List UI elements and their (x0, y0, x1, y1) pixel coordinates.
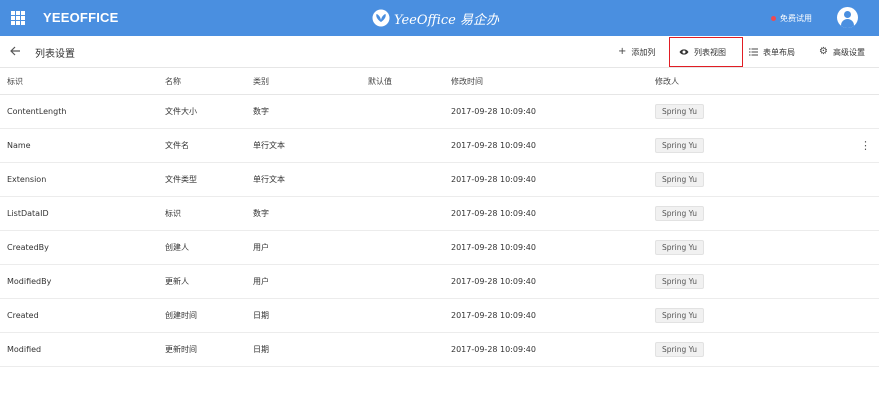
trial-dot-icon (771, 16, 776, 21)
cell-name: 文件名 (165, 141, 189, 150)
cell-modified-time: 2017-09-28 10:09:40 (451, 141, 536, 150)
table-row[interactable]: Name 文件名 单行文本 2017-09-28 10:09:40 Spring… (0, 129, 879, 163)
cell-modifier: Spring Yu (655, 265, 705, 298)
cell-type: 日期 (253, 311, 269, 320)
cell-modified-time: 2017-09-28 10:09:40 (451, 277, 536, 286)
cell-modified-time: 2017-09-28 10:09:40 (451, 311, 536, 320)
table-row[interactable]: Created 创建时间 日期 2017-09-28 10:09:40 Spri… (0, 299, 879, 333)
cell-name: 创建人 (165, 243, 189, 252)
page-toolbar: 列表设置 + 添加列 列表视图 表单布局 ⚙ 高级设置 (0, 36, 879, 68)
back-arrow-icon[interactable] (8, 44, 22, 58)
form-layout-button[interactable]: 表单布局 (749, 46, 795, 58)
column-header-identifier: 标识 (7, 76, 23, 86)
cell-type: 日期 (253, 345, 269, 354)
modifier-tag: Spring Yu (655, 307, 705, 324)
advanced-settings-label: 高级设置 (832, 47, 865, 57)
table-row[interactable]: ModifiedBy 更新人 用户 2017-09-28 10:09:40 Sp… (0, 265, 879, 299)
modifier-tag: Spring Yu (655, 137, 705, 154)
cell-name: 更新人 (165, 277, 189, 286)
cell-type: 用户 (253, 243, 269, 252)
cell-modifier: Spring Yu (655, 95, 705, 128)
list-view-button[interactable]: 列表视图 (679, 46, 726, 58)
page-title: 列表设置 (35, 49, 75, 60)
form-layout-label: 表单布局 (763, 47, 795, 57)
cell-type: 数字 (253, 107, 269, 116)
column-header-default: 默认值 (368, 76, 392, 86)
table-row[interactable]: Modified 更新时间 日期 2017-09-28 10:09:40 Spr… (0, 333, 879, 367)
center-logo-text: YeeOffice 易企办 (394, 12, 499, 28)
cell-type: 单行文本 (253, 141, 285, 150)
cell-type: 用户 (253, 277, 269, 286)
cell-modifier: Spring Yu (655, 197, 705, 230)
brand-name: YEEOFFICE (43, 10, 119, 25)
cell-name: 更新时间 (165, 345, 197, 354)
cell-identifier: ListDataID (7, 209, 49, 218)
cell-name: 创建时间 (165, 311, 197, 320)
table-row[interactable]: ContentLength 文件大小 数字 2017-09-28 10:09:4… (0, 95, 879, 129)
free-trial-label: 免费试用 (780, 14, 812, 23)
eye-icon (679, 49, 689, 55)
add-column-label: 添加列 (631, 47, 656, 57)
list-view-label: 列表视图 (694, 47, 726, 57)
modifier-tag: Spring Yu (655, 205, 705, 222)
cell-modifier: Spring Yu (655, 299, 705, 332)
column-header-type: 类别 (253, 76, 269, 86)
cell-type: 单行文本 (253, 175, 285, 184)
more-vertical-icon[interactable]: ⋮ (860, 129, 871, 162)
table-row[interactable]: CreatedBy 创建人 用户 2017-09-28 10:09:40 Spr… (0, 231, 879, 265)
cell-name: 标识 (165, 209, 181, 218)
gear-icon: ⚙ (819, 46, 828, 57)
cell-identifier: ContentLength (7, 107, 67, 116)
cell-identifier: ModifiedBy (7, 277, 52, 286)
table-row[interactable]: ListDataID 标识 数字 2017-09-28 10:09:40 Spr… (0, 197, 879, 231)
butterfly-logo-icon (372, 9, 390, 27)
cell-identifier: CreatedBy (7, 243, 49, 252)
list-icon (749, 48, 758, 56)
user-avatar[interactable] (837, 7, 858, 28)
cell-identifier: Extension (7, 175, 47, 184)
add-column-button[interactable]: + 添加列 (618, 46, 655, 58)
plus-icon: + (618, 46, 627, 57)
cell-modifier: Spring Yu (655, 163, 705, 196)
cell-type: 数字 (253, 209, 269, 218)
cell-name: 文件类型 (165, 175, 197, 184)
column-header-modified-time: 修改时间 (451, 76, 483, 86)
column-header-name: 名称 (165, 76, 181, 86)
modifier-tag: Spring Yu (655, 103, 705, 120)
modifier-tag: Spring Yu (655, 171, 705, 188)
cell-name: 文件大小 (165, 107, 197, 116)
top-bar: YEEOFFICE YeeOffice 易企办 免费试用 (0, 0, 879, 36)
cell-modified-time: 2017-09-28 10:09:40 (451, 175, 536, 184)
cell-modified-time: 2017-09-28 10:09:40 (451, 243, 536, 252)
modifier-tag: Spring Yu (655, 341, 705, 358)
app-grid-icon[interactable] (11, 11, 25, 25)
cell-identifier: Modified (7, 345, 42, 354)
cell-identifier: Created (7, 311, 39, 320)
cell-modified-time: 2017-09-28 10:09:40 (451, 107, 536, 116)
column-header-modifier: 修改人 (655, 76, 679, 86)
cell-modifier: Spring Yu (655, 129, 705, 162)
free-trial-link[interactable]: 免费试用 (771, 13, 812, 24)
table-header: 标识 名称 类别 默认值 修改时间 修改人 (0, 68, 879, 95)
cell-modifier: Spring Yu (655, 333, 705, 366)
cell-identifier: Name (7, 141, 31, 150)
cell-modified-time: 2017-09-28 10:09:40 (451, 209, 536, 218)
advanced-settings-button[interactable]: ⚙ 高级设置 (819, 46, 865, 58)
table-row[interactable]: Extension 文件类型 单行文本 2017-09-28 10:09:40 … (0, 163, 879, 197)
center-logo: YeeOffice 易企办 (372, 8, 499, 28)
cell-modified-time: 2017-09-28 10:09:40 (451, 345, 536, 354)
modifier-tag: Spring Yu (655, 273, 705, 290)
modifier-tag: Spring Yu (655, 239, 705, 256)
cell-modifier: Spring Yu (655, 231, 705, 264)
